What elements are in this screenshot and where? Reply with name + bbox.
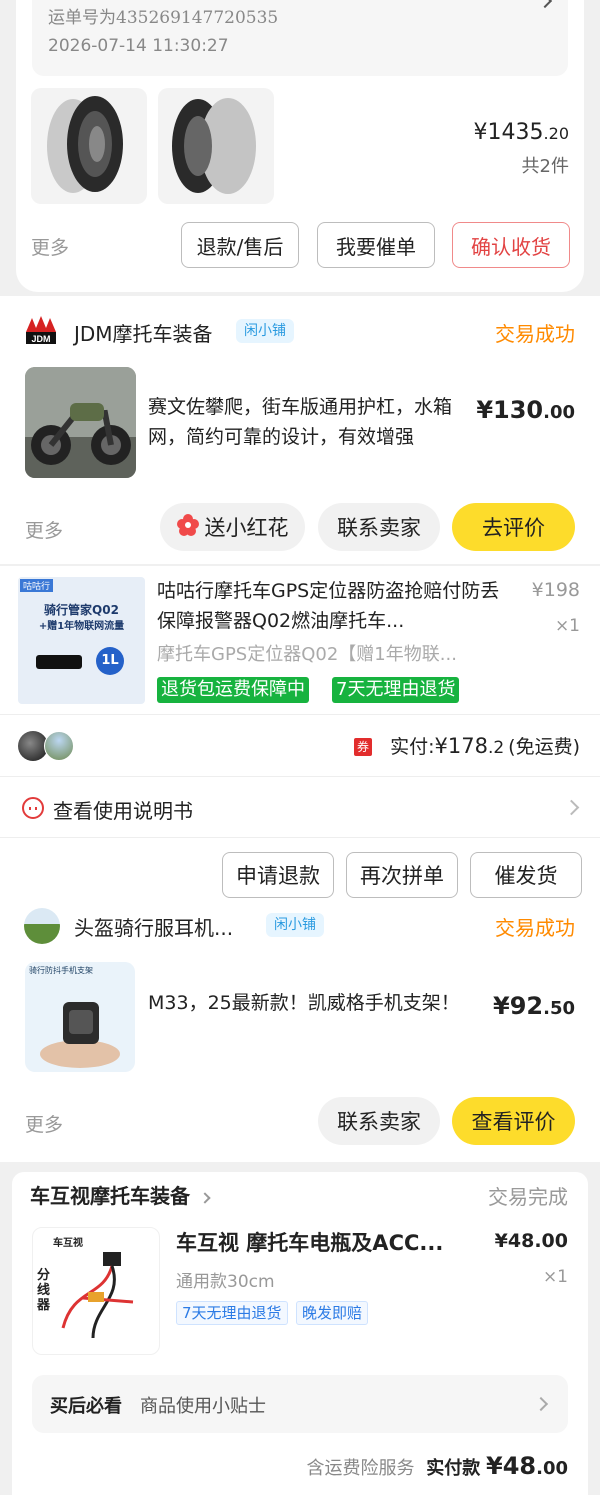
- must-read-label: 买后必看: [50, 1396, 122, 1417]
- order-card-5: 车互视摩托车装备 交易完成 车互视 分线器 车互视 摩托车电瓶及ACC... ¥…: [12, 1172, 588, 1495]
- product-image-tire-2[interactable]: [158, 88, 274, 204]
- seven-day-return-tag: 7天无理由退货: [176, 1301, 288, 1325]
- product-image-tire-1[interactable]: [31, 88, 147, 204]
- quantity: ×1: [554, 616, 580, 636]
- urge-order-button[interactable]: 我要催单: [317, 222, 435, 268]
- product-image-phone-holder[interactable]: 骑行防抖手机支架: [25, 962, 135, 1072]
- avatar-group: [18, 731, 78, 763]
- contact-seller-button[interactable]: 联系卖家: [318, 503, 440, 551]
- return-shipping-tag: 退货包运费保障中: [157, 677, 309, 703]
- order-card-1: 运单号为435269147720535 2026-07-14 11:30:27 …: [16, 0, 584, 292]
- quantity: ×1: [542, 1267, 568, 1287]
- item-count: 共2件: [521, 156, 569, 177]
- view-review-button[interactable]: 查看评价: [452, 1097, 575, 1145]
- order-status: 交易成功: [495, 916, 575, 940]
- shop-name[interactable]: JDM摩托车装备: [74, 318, 213, 347]
- avatar: [44, 731, 74, 761]
- product-title[interactable]: M33，25最新款！凯威格手机支架！: [148, 988, 468, 1018]
- wire-icon: [61, 1252, 134, 1339]
- flower-icon: [176, 513, 199, 541]
- product-price: ¥48.00: [494, 1230, 568, 1252]
- product-spec: 摩托车GPS定位器Q02【赠1年物联...: [157, 644, 457, 665]
- one-year-icon: 1L: [96, 647, 124, 675]
- tips-row[interactable]: 买后必看 商品使用小贴士: [32, 1375, 568, 1433]
- shop-logo[interactable]: JDM: [24, 314, 58, 348]
- order-total-price: ¥1435.20: [473, 120, 569, 145]
- shop-name[interactable]: 车互视摩托车装备: [30, 1180, 211, 1209]
- xianxiaopu-badge: 闲小铺: [236, 319, 294, 343]
- chevron-right-icon: [533, 1396, 549, 1412]
- paid-amount: 实付:¥178.2 (免运费): [390, 734, 580, 758]
- product-title[interactable]: 赛文佐攀爬，街车版通用护杠，水箱网，简约可靠的设计，有效增强: [148, 392, 478, 452]
- order-card-2: JDM JDM摩托车装备 闲小铺 交易成功 赛文佐攀爬，街车版通用护杠，水箱网，…: [0, 296, 600, 564]
- chevron-right-icon: [563, 799, 580, 816]
- product-image-motorcycle[interactable]: [25, 367, 136, 478]
- contact-seller-button[interactable]: 联系卖家: [318, 1097, 440, 1145]
- logistics-box[interactable]: 运单号为435269147720535 2026-07-14 11:30:27: [32, 0, 568, 76]
- product-spec: 通用款30cm: [176, 1272, 275, 1292]
- seven-day-return-tag: 7天无理由退货: [332, 677, 460, 703]
- svg-text:JDM: JDM: [31, 334, 50, 344]
- coupon-badge: 券: [354, 738, 373, 756]
- shop-avatar[interactable]: [24, 908, 60, 944]
- ad-brand: 咕咕行: [20, 579, 54, 592]
- order-card-4: 头盔骑行服耳机... 闲小铺 交易成功 骑行防抖手机支架 M33，25最新款！凯…: [0, 900, 600, 1162]
- review-button[interactable]: 去评价: [452, 503, 575, 551]
- xianxiaopu-badge: 闲小铺: [266, 913, 324, 937]
- product-price: ¥92.50: [493, 992, 575, 1020]
- tips-label: 商品使用小贴士: [140, 1396, 266, 1417]
- divider: [0, 714, 600, 715]
- order-card-3: 咕咕行 骑行管家Q02 +赠1年物联网流量 1L 咕咕行摩托车GPS定位器防盗抢…: [0, 566, 600, 900]
- phone-holder-icon: [40, 1002, 120, 1068]
- refund-aftersale-button[interactable]: 退款/售后: [181, 222, 299, 268]
- paid-summary: 含运费险服务 实付款 ¥48.00: [306, 1452, 568, 1480]
- manual-icon: [22, 797, 44, 819]
- product-image-gps[interactable]: 咕咕行 骑行管家Q02 +赠1年物联网流量 1L: [18, 577, 145, 704]
- original-price: ¥198: [531, 579, 580, 601]
- order-status: 交易完成: [488, 1185, 568, 1209]
- chevron-right-icon: [537, 0, 553, 9]
- urge-shipping-button[interactable]: 催发货: [470, 852, 582, 898]
- gps-device-icon: [36, 655, 82, 669]
- ad-line-2: +赠1年物联网流量: [38, 621, 125, 632]
- ad-line-1: 骑行管家Q02: [44, 603, 119, 617]
- tracking-number: 运单号为435269147720535: [48, 8, 279, 28]
- order-status: 交易成功: [495, 322, 575, 346]
- manual-row[interactable]: 查看使用说明书: [0, 777, 600, 837]
- more-link[interactable]: 更多: [25, 1110, 63, 1137]
- confirm-receipt-button[interactable]: 确认收货: [452, 222, 570, 268]
- logistics-time: 2026-07-14 11:30:27: [48, 36, 229, 56]
- late-ship-compensation-tag: 晚发即赔: [296, 1301, 369, 1325]
- motorcycle-icon: [25, 367, 136, 478]
- chevron-right-icon: [199, 1191, 211, 1204]
- more-link[interactable]: 更多: [25, 516, 63, 543]
- apply-refund-button[interactable]: 申请退款: [222, 852, 334, 898]
- tire-icon: [47, 96, 123, 193]
- product-image-splitter[interactable]: 车互视 分线器: [32, 1227, 160, 1355]
- divider: [0, 837, 600, 838]
- reorder-button[interactable]: 再次拼单: [346, 852, 458, 898]
- manual-label: 查看使用说明书: [53, 799, 193, 823]
- more-link[interactable]: 更多: [31, 233, 69, 260]
- product-title[interactable]: 车互视 摩托车电瓶及ACC...: [176, 1227, 443, 1257]
- product-price: ¥130.00: [476, 396, 575, 424]
- tire-icon: [172, 98, 256, 194]
- shop-name[interactable]: 头盔骑行服耳机...: [74, 912, 233, 941]
- product-title[interactable]: 咕咕行摩托车GPS定位器防盗抢赔付防丢保障报警器Q02燃油摩托车...: [157, 576, 517, 640]
- send-flower-button[interactable]: 送小红花: [160, 503, 305, 551]
